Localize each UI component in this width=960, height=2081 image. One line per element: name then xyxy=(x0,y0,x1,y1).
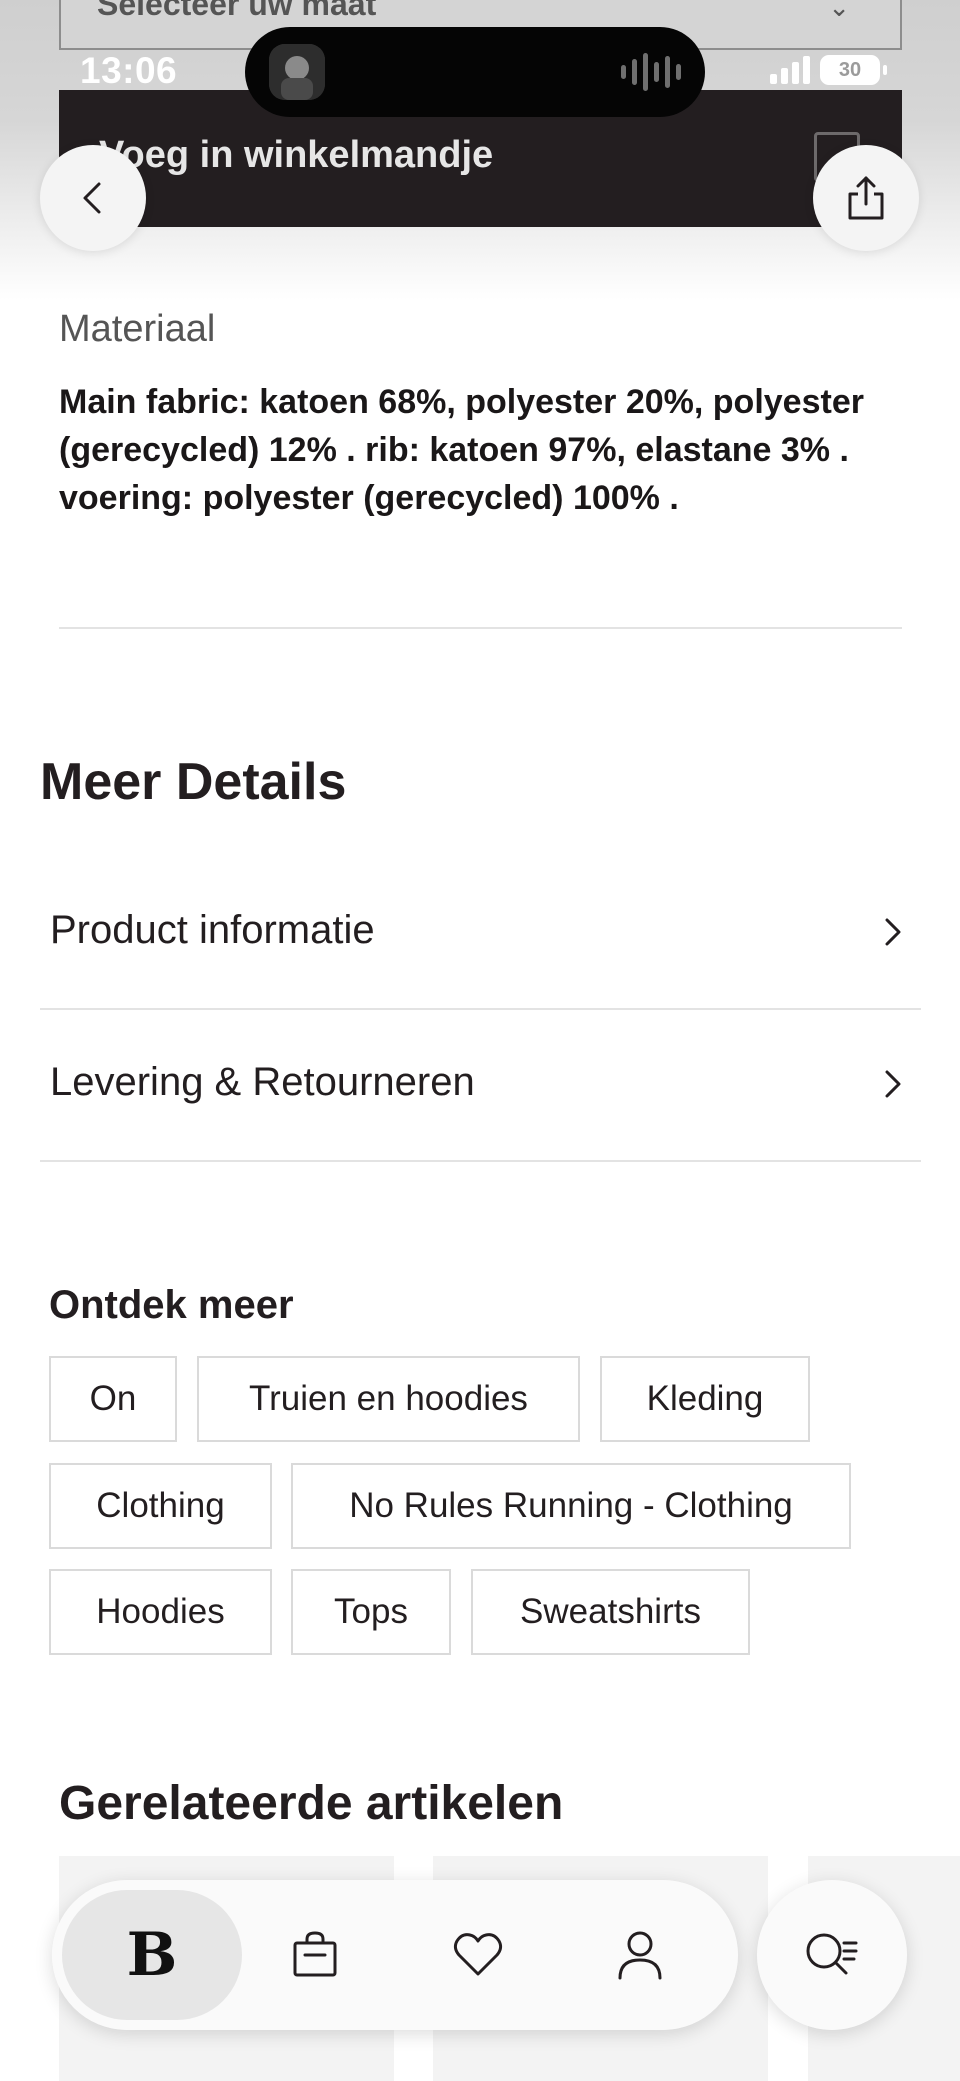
chip-on[interactable]: On xyxy=(49,1356,177,1442)
divider xyxy=(59,627,902,629)
product-information-row[interactable]: Product informatie xyxy=(40,858,921,1010)
chip-tops[interactable]: Tops xyxy=(291,1569,451,1655)
battery-icon: 30 xyxy=(820,55,887,85)
home-tab[interactable]: B xyxy=(62,1890,242,2020)
chip-no-rules-running-clothing[interactable]: No Rules Running - Clothing xyxy=(291,1463,851,1549)
related-items-heading: Gerelateerde artikelen xyxy=(59,1777,564,1830)
audio-wave-icon xyxy=(621,52,681,92)
share-button[interactable] xyxy=(813,145,919,251)
status-indicators: 30 xyxy=(770,55,887,85)
delivery-returns-row[interactable]: Levering & Retourneren xyxy=(40,1010,921,1162)
share-icon xyxy=(848,176,884,220)
chevron-right-icon xyxy=(885,918,901,946)
search-button[interactable] xyxy=(757,1880,907,2030)
chip-truien-en-hoodies[interactable]: Truien en hoodies xyxy=(197,1356,580,1442)
bottom-navigation: B xyxy=(52,1880,738,2030)
chip-hoodies[interactable]: Hoodies xyxy=(49,1569,272,1655)
heart-icon[interactable] xyxy=(448,1925,508,1985)
discover-more-heading: Ontdek meer xyxy=(49,1283,294,1327)
cellular-signal-icon xyxy=(770,56,810,84)
delivery-returns-label: Levering & Retourneren xyxy=(50,1060,475,1104)
now-playing-artwork xyxy=(269,44,325,100)
material-description: Main fabric: katoen 68%, polyester 20%, … xyxy=(59,383,864,517)
chevron-right-icon xyxy=(885,1070,901,1098)
chip-kleding[interactable]: Kleding xyxy=(600,1356,810,1442)
battery-level: 30 xyxy=(838,59,862,81)
size-select-label: Selecteer uw maat xyxy=(97,0,377,22)
chevron-down-icon: ⌄ xyxy=(828,0,850,22)
bag-icon[interactable] xyxy=(285,1925,345,1985)
dynamic-island xyxy=(245,27,705,117)
back-button[interactable] xyxy=(40,145,146,251)
chevron-left-icon xyxy=(83,182,101,214)
add-to-cart-label: Voeg in winkelmandje xyxy=(99,134,494,176)
search-list-icon xyxy=(806,1933,858,1975)
chip-sweatshirts[interactable]: Sweatshirts xyxy=(471,1569,750,1655)
more-details-heading: Meer Details xyxy=(40,753,347,811)
material-heading: Materiaal xyxy=(59,308,216,350)
status-time: 13:06 xyxy=(80,50,178,91)
product-information-label: Product informatie xyxy=(50,908,375,952)
account-icon[interactable] xyxy=(610,1925,670,1985)
chip-clothing[interactable]: Clothing xyxy=(49,1463,272,1549)
